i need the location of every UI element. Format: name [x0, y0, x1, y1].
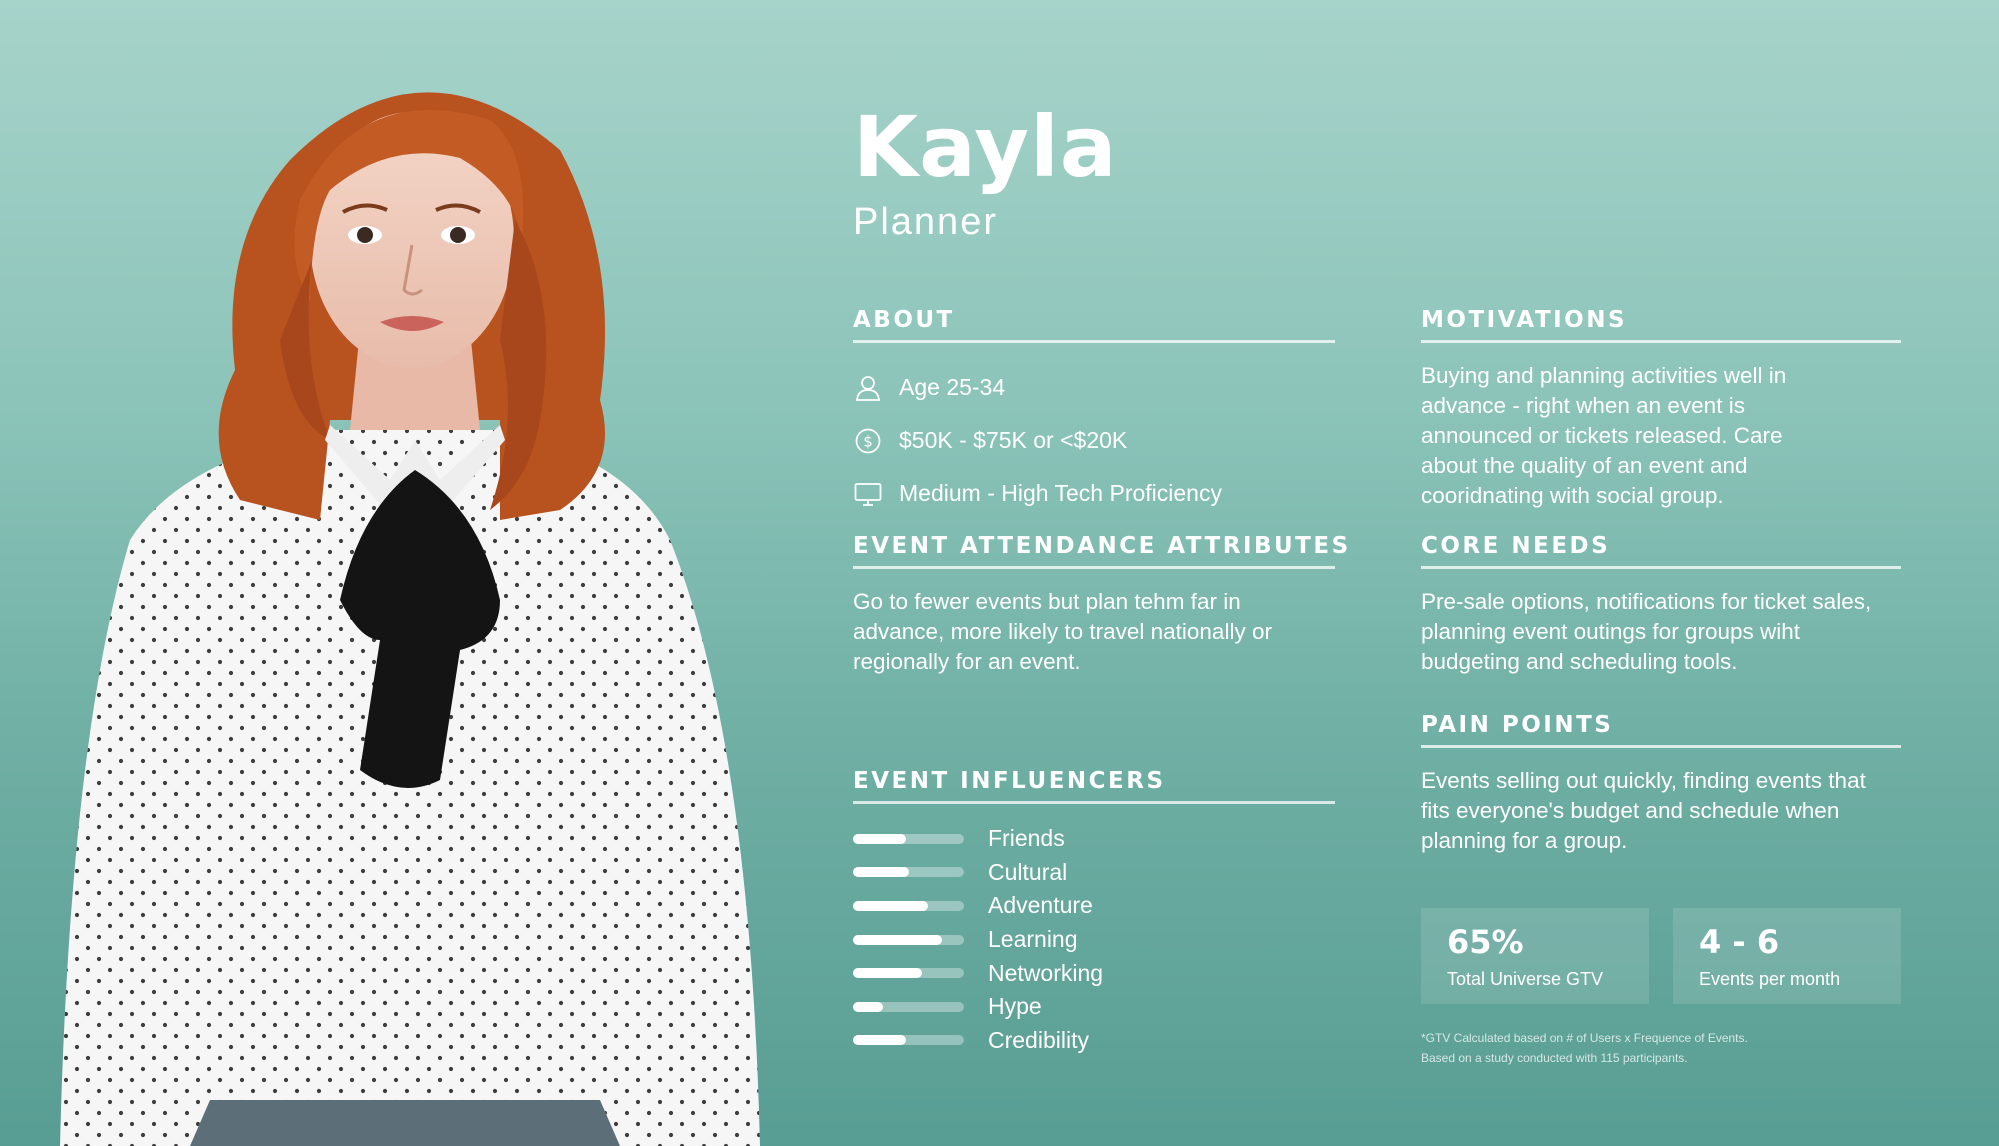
influencer-label: Networking [988, 959, 1104, 986]
influencer-bar-fill [853, 867, 909, 878]
about-item-age: Age 25-34 [853, 361, 1335, 414]
influencer-row: Friends [853, 822, 1335, 856]
influencer-bar [853, 833, 964, 844]
pain-points-text: Events selling out quickly, finding even… [1421, 768, 1866, 853]
influencer-bar [853, 1001, 964, 1012]
about-title: ABOUT [853, 309, 1335, 343]
influencer-row: Credibility [853, 1024, 1335, 1058]
influencer-bar-fill [853, 1035, 907, 1046]
influencer-bar-fill [853, 1001, 883, 1012]
influencer-bar-fill [853, 833, 907, 844]
monitor-icon [854, 482, 882, 506]
influencer-bar [853, 934, 964, 945]
stat-events-value: 4 - 6 [1699, 923, 1780, 961]
influencer-row: Adventure [853, 889, 1335, 923]
stat-gtv-label: Total Universe GTV [1447, 969, 1604, 989]
core-needs-title: CORE NEEDS [1421, 535, 1901, 569]
influencer-label: Cultural [988, 858, 1068, 885]
svg-text:$: $ [863, 432, 873, 450]
influencers-title: EVENT INFLUENCERS [853, 770, 1335, 804]
pain-points-section: PAIN POINTS Events selling out quickly, … [1421, 714, 1901, 856]
influencer-row: Networking [853, 956, 1335, 990]
influencer-row: Learning [853, 923, 1335, 957]
footnote: *GTV Calculated based on # of Users x Fr… [1421, 1028, 1748, 1068]
about-age-text: Age 25-34 [899, 374, 1006, 400]
influencer-label: Credibility [988, 1026, 1089, 1053]
influencer-row: Hype [853, 990, 1335, 1024]
influencer-bar [853, 968, 964, 979]
about-income-text: $50K - $75K or <$20K [899, 427, 1128, 453]
influencer-list: Friends Cultural Adventure Learning Networki… [853, 822, 1335, 1057]
user-icon [856, 375, 880, 401]
influencer-bar [853, 900, 964, 911]
persona-role: Planner [853, 201, 998, 243]
dollar-icon: $ [855, 428, 881, 453]
influencer-bar [853, 867, 964, 878]
about-item-tech: Medium - High Tech Proficiency [853, 467, 1335, 520]
persona-name: Kayla [853, 98, 1118, 196]
persona-portrait [60, 92, 760, 1146]
attendance-text: Go to fewer events but plan tehm far in … [853, 589, 1272, 674]
motivations-text: Buying and planning activities well in a… [1421, 363, 1787, 508]
attendance-title: EVENT ATTENDANCE ATTRIBUTES [853, 535, 1348, 569]
stat-gtv-value: 65% [1447, 923, 1524, 961]
influencer-bar-fill [853, 900, 929, 911]
motivations-section: MOTIVATIONS Buying and planning activiti… [1421, 309, 1901, 511]
about-item-income: $ $50K - $75K or <$20K [853, 414, 1335, 467]
influencer-bar-fill [853, 968, 922, 979]
footnote-line-2: Based on a study conducted with 115 part… [1421, 1051, 1688, 1065]
influencer-label: Adventure [988, 892, 1093, 919]
influencer-label: Friends [988, 825, 1065, 852]
influencer-bar-fill [853, 934, 942, 945]
footnote-line-1: *GTV Calculated based on # of Users x Fr… [1421, 1031, 1748, 1045]
about-tech-text: Medium - High Tech Proficiency [899, 480, 1222, 506]
core-needs-section: CORE NEEDS Pre-sale options, notificatio… [1421, 535, 1901, 677]
stat-gtv: 65% Total Universe GTV [1421, 908, 1649, 1004]
core-needs-text: Pre-sale options, notifications for tick… [1421, 589, 1872, 674]
pain-points-title: PAIN POINTS [1421, 714, 1901, 748]
influencer-row: Cultural [853, 856, 1335, 890]
stat-events-label: Events per month [1699, 969, 1841, 989]
influencer-label: Learning [988, 926, 1078, 953]
attendance-section: EVENT ATTENDANCE ATTRIBUTES Go to fewer … [853, 535, 1348, 677]
influencers-section: EVENT INFLUENCERS Friends Cultural Adventu… [853, 770, 1335, 1057]
stat-events: 4 - 6 Events per month [1673, 908, 1901, 1004]
influencer-label: Hype [988, 993, 1042, 1020]
about-section: ABOUT Age 25-34 $ $50K - $75K or <$20K M… [853, 309, 1335, 520]
influencer-bar [853, 1035, 964, 1046]
motivations-title: MOTIVATIONS [1421, 309, 1901, 343]
